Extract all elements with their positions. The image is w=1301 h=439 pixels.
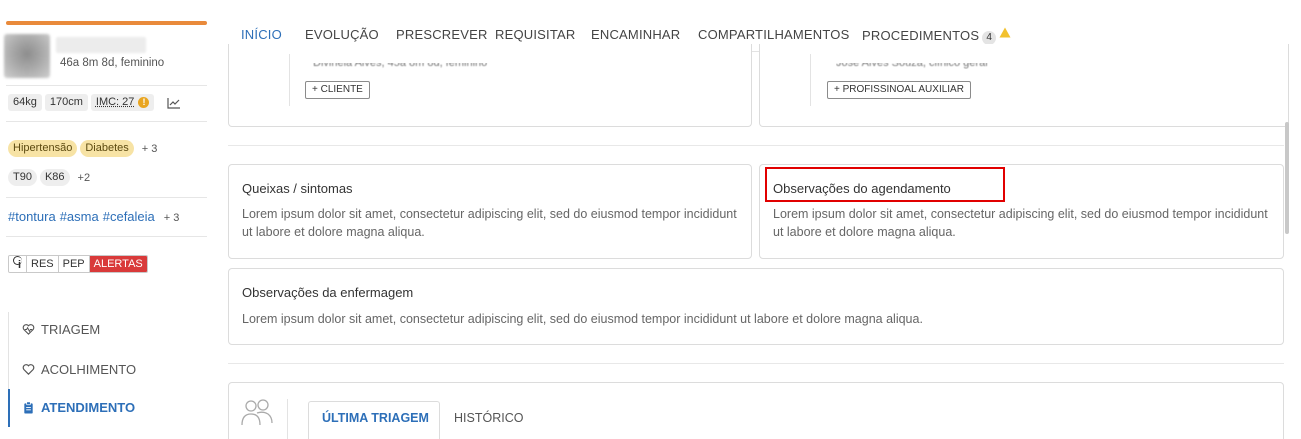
sidebar-top-bar [6,21,207,25]
info-button[interactable]: i [9,256,27,272]
highlight-box [765,167,1005,202]
divider [6,197,207,198]
card-title: Observações da enfermagem [242,285,414,300]
weight-chip: 64kg [8,94,42,112]
tab-label: PROCEDIMENTOS [862,28,980,43]
warning-icon [999,27,1011,38]
section-divider [228,363,1284,364]
nav-active-indicator [8,389,10,427]
card-divider [287,399,288,439]
add-auxiliary-professional-button[interactable]: + PROFISSINOAL AUXILIAR [827,81,971,99]
avatar [4,34,50,78]
tags-row: #tontura #asma #cefaleia + 3 [8,209,179,224]
imc-chip[interactable]: IMC: 27 ! [90,94,155,112]
heart-pulse-icon [22,324,35,335]
vitals-row: 64kg 170cm IMC: 27 ! [8,94,181,112]
subtab-history[interactable]: HISTÓRICO [454,411,523,425]
condition-chip[interactable]: Hipertensão [8,140,78,158]
clipboard-icon [24,401,33,414]
code-chip[interactable]: K86 [39,169,70,187]
nav-item-triagem[interactable]: TRIAGEM [22,322,100,337]
scrollbar-thumb[interactable] [1285,122,1289,234]
nav-track [8,312,9,389]
patient-sidebar: 46a 8m 8d, feminino 64kg 170cm IMC: 27 ! H… [0,0,208,439]
heart-icon [22,364,35,375]
tab-evolucao[interactable]: EVOLUÇÃO [305,27,379,42]
info-icon: i [13,256,22,271]
complaints-card: Queixas / sintomas Lorem ipsum dolor sit… [228,164,752,259]
conditions-row: Hipertensão Diabetes + 3 [8,140,158,158]
card-divider [289,54,290,106]
divider [6,236,207,237]
tag-link[interactable]: #cefaleia [103,209,155,224]
code-chip[interactable]: T90 [8,169,37,187]
tags-more[interactable]: + 3 [164,212,180,224]
client-cut-text: Divinéia Alves, 45a 8m 8d, feminino [313,57,488,69]
subtab-last-triage[interactable]: ÚLTIMA TRIAGEM [322,411,429,425]
res-button[interactable]: RES [27,256,59,272]
tab-prescrever[interactable]: PRESCREVER [396,27,488,42]
tab-encaminhar[interactable]: ENCAMINHAR [591,27,680,42]
card-text: Lorem ipsum dolor sit amet, consectetur … [773,207,1268,239]
alerts-button[interactable]: ALERTAS [89,256,147,272]
record-button-group: i RES PEP ALERTAS [8,255,148,273]
divider [6,121,207,122]
tab-inicio[interactable]: INÍCIO [241,27,282,42]
condition-chip[interactable]: Diabetes [80,140,134,158]
card-text: Lorem ipsum dolor sit amet, consectetur … [242,312,923,326]
add-client-button[interactable]: + CLIENTE [305,81,370,99]
tab-compartilhamentos[interactable]: COMPARTILHAMENTOS [698,27,849,42]
tab-procedimentos[interactable]: PROCEDIMENTOS 4 [862,27,1011,45]
professional-cut-text: José Alves Souza, clínico geral [836,57,988,69]
patient-name-redacted [56,37,146,53]
tag-link[interactable]: #asma [60,209,99,224]
nav-item-acolhimento[interactable]: ACOLHIMENTO [22,362,136,377]
patient-age-sex: 46a 8m 8d, feminino [60,57,165,69]
imc-label: IMC: 27 [95,96,135,109]
nav-item-label: ACOLHIMENTO [41,362,137,377]
procedures-count-badge: 4 [982,31,997,45]
pep-button[interactable]: PEP [58,256,90,272]
imc-alert-icon: ! [138,96,150,108]
divider [6,85,207,86]
card-divider [810,54,811,106]
professional-card: José Alves Souza, clínico geral + PROFIS… [759,44,1289,127]
card-title: Queixas / sintomas [242,181,353,196]
chart-trend-icon[interactable] [167,97,181,109]
height-chip: 170cm [44,94,88,112]
card-text: Lorem ipsum dolor sit amet, consectetur … [242,207,737,239]
tag-link[interactable]: #tontura [8,209,56,224]
nav-item-atendimento[interactable]: ATENDIMENTO [22,400,135,415]
codes-more[interactable]: +2 [78,172,91,184]
conditions-more[interactable]: + 3 [142,143,158,155]
nav-item-label: TRIAGEM [41,322,101,337]
people-icon [241,399,273,426]
codes-row: T90 K86 +2 [8,169,91,187]
nursing-observations-card: Observações da enfermagem Lorem ipsum do… [228,268,1284,345]
nav-item-label: ATENDIMENTO [41,400,136,415]
section-divider [228,145,1284,146]
client-card: Divinéia Alves, 45a 8m 8d, feminino + CL… [228,44,752,127]
tab-requisitar[interactable]: REQUISITAR [495,27,576,42]
